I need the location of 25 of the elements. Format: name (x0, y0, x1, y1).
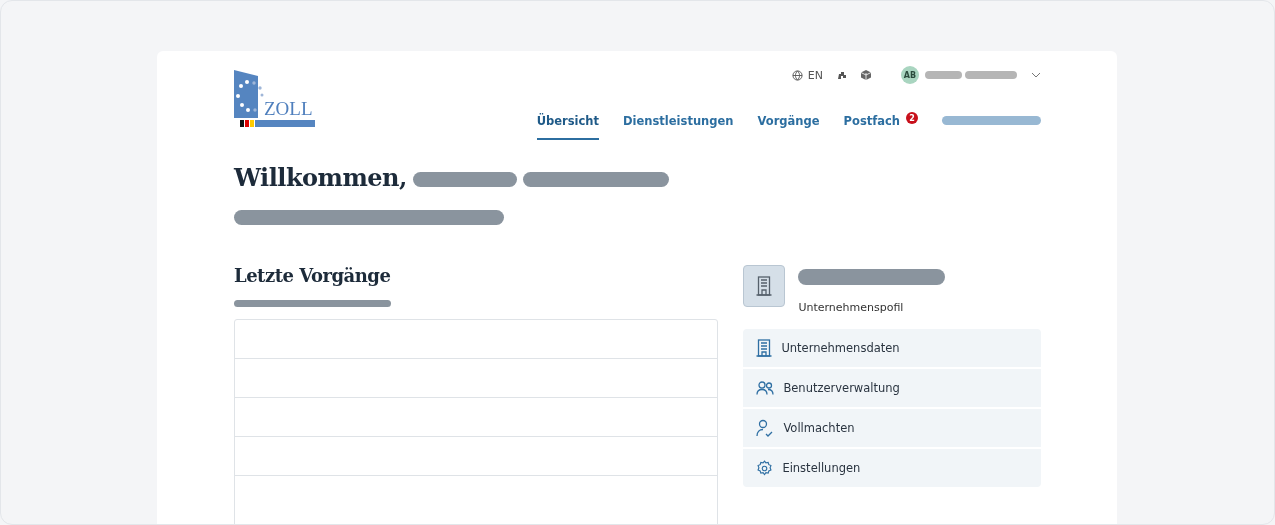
user-avatar[interactable]: AB (901, 66, 919, 84)
nav-tab[interactable]: Übersicht (536, 109, 600, 140)
profile-menu-item[interactable]: Einstellungen (743, 449, 1041, 487)
profile-menu-item[interactable]: Unternehmensdaten (743, 329, 1041, 367)
language-link[interactable]: EN (807, 68, 823, 82)
nav-tab[interactable]: Vorgänge (757, 109, 820, 140)
section-heading: Letzte Vorgänge (234, 265, 392, 286)
building-icon (756, 339, 773, 357)
cube-icon[interactable] (861, 70, 871, 80)
settings-icon (756, 459, 774, 477)
profile-menu-item[interactable]: Benutzerverwaltung (743, 369, 1041, 407)
globe-icon (791, 69, 803, 81)
users-icon (756, 381, 775, 395)
welcome-heading: Willkommen, (234, 163, 407, 192)
user-check-icon (756, 419, 775, 437)
zoll-logo[interactable]: ZOLL (234, 72, 316, 163)
building-icon (756, 276, 773, 296)
chevron-down-icon[interactable] (1031, 72, 1041, 78)
nav-tab[interactable]: Postfach 2 (843, 109, 918, 140)
profile-caption: Unternehmenspofil (798, 301, 905, 314)
redacted-bar (925, 71, 962, 79)
count-badge: 2 (906, 112, 918, 124)
nav-tab[interactable]: Dienstleistungen (623, 109, 734, 140)
profile-menu-item[interactable]: Vollmachten (743, 409, 1041, 447)
redacted-bar (965, 71, 1017, 79)
